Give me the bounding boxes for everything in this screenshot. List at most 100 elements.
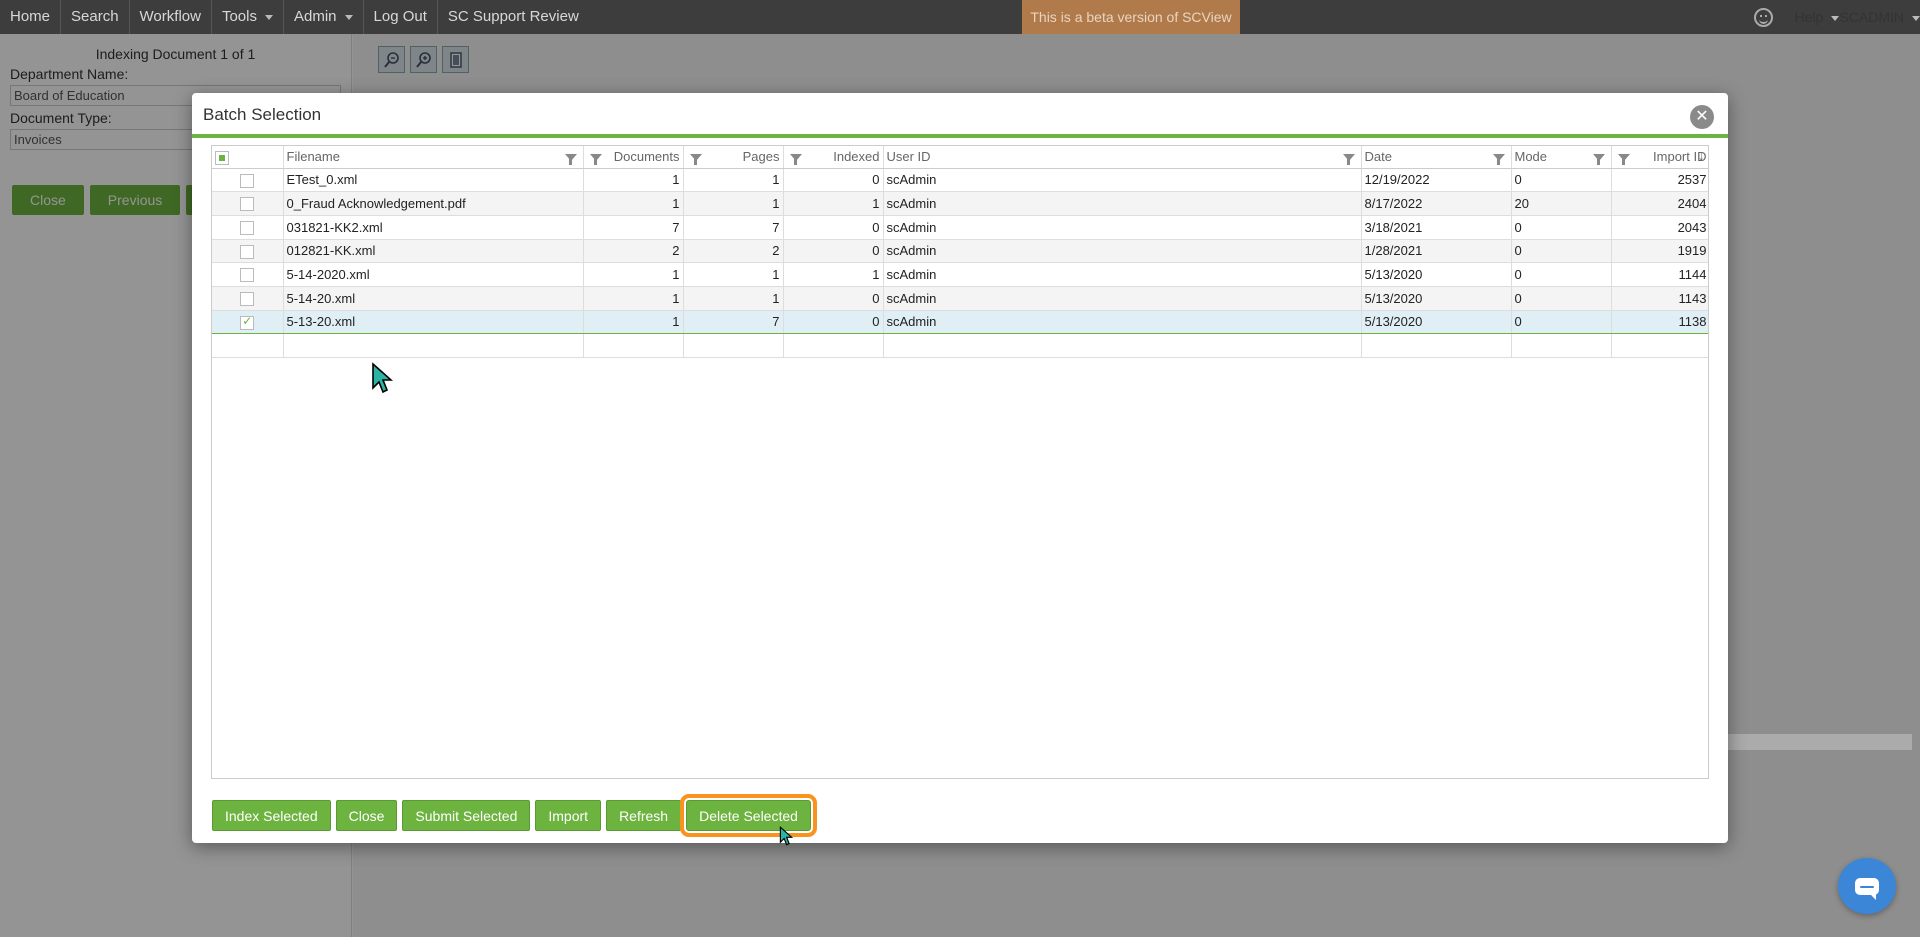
filter-icon[interactable] <box>1592 154 1605 165</box>
sort-desc-icon: ↓ <box>1698 148 1705 163</box>
select-all-header <box>212 146 284 169</box>
row-checkbox[interactable] <box>240 244 255 259</box>
cell-pages: 1 <box>683 286 784 311</box>
filter-icon[interactable] <box>689 154 702 165</box>
filter-icon[interactable] <box>1492 154 1505 165</box>
col-pages-label: Pages <box>742 149 780 165</box>
nav-admin[interactable]: Admin <box>284 0 364 34</box>
cell-import-id: 2404 <box>1611 191 1708 216</box>
cell-documents: 1 <box>583 168 684 193</box>
row-checkbox[interactable] <box>240 292 255 307</box>
index-selected-button[interactable]: Index Selected <box>212 800 331 831</box>
mouse-cursor-icon <box>779 826 793 846</box>
row-checkbox-cell[interactable] <box>212 239 284 264</box>
row-checkbox[interactable] <box>240 197 255 212</box>
nav-search[interactable]: Search <box>61 0 130 34</box>
chevron-down-icon <box>1912 15 1920 21</box>
feedback-smiley-icon[interactable] <box>1753 7 1773 27</box>
cell-documents: 1 <box>583 310 684 335</box>
col-filename-label: Filename <box>286 149 340 165</box>
table-row[interactable]: 031821-KK2.xml 7 7 0 scAdmin 3/18/2021 0… <box>212 215 1708 240</box>
submit-selected-button[interactable]: Submit Selected <box>402 800 531 831</box>
chevron-down-icon <box>1831 15 1840 21</box>
refresh-button[interactable]: Refresh <box>606 800 682 831</box>
cell-pages: 1 <box>683 262 784 287</box>
dialog-footer: Index Selected Close Submit Selected Imp… <box>212 794 817 837</box>
filter-icon[interactable] <box>789 154 802 165</box>
table-row-selected[interactable]: 5-13-20.xml 1 7 0 scAdmin 5/13/2020 0 11… <box>212 310 1708 335</box>
col-date[interactable]: Date <box>1361 146 1512 169</box>
col-filename[interactable]: Filename <box>283 146 584 169</box>
import-button[interactable]: Import <box>535 800 602 831</box>
cell-mode: 0 <box>1511 168 1612 193</box>
nav-sc-support-review[interactable]: SC Support Review <box>438 0 589 34</box>
nav-logout[interactable]: Log Out <box>364 0 438 34</box>
close-button[interactable]: Close <box>335 800 398 831</box>
nav-home[interactable]: Home <box>0 0 62 34</box>
row-checkbox-cell[interactable] <box>212 168 284 193</box>
cell-documents: 1 <box>583 286 684 311</box>
batch-selection-dialog: Batch Selection ✕ Filename Documents Pag… <box>192 93 1728 843</box>
empty-grid-area <box>212 333 1708 358</box>
cell-import-id: 1919 <box>1611 239 1708 264</box>
filter-icon[interactable] <box>589 154 602 165</box>
close-icon[interactable]: ✕ <box>1690 105 1714 129</box>
filter-icon[interactable] <box>1342 154 1355 165</box>
cell-pages: 1 <box>683 168 784 193</box>
filter-icon[interactable] <box>564 154 577 165</box>
cell-user-id: scAdmin <box>883 168 1362 193</box>
top-nav-right: Help SCADMIN <box>1753 0 1920 34</box>
col-user-id[interactable]: User ID <box>883 146 1362 169</box>
cell-date: 3/18/2021 <box>1361 215 1512 240</box>
cell-mode: 0 <box>1511 262 1612 287</box>
col-documents[interactable]: Documents <box>583 146 684 169</box>
table-row[interactable]: ETest_0.xml 1 1 0 scAdmin 12/19/2022 0 2… <box>212 168 1708 193</box>
row-checkbox-cell[interactable] <box>212 215 284 240</box>
filter-icon[interactable] <box>1617 154 1630 165</box>
row-checkbox[interactable] <box>240 173 255 188</box>
row-checkbox[interactable] <box>240 268 255 283</box>
table-row[interactable]: 012821-KK.xml 2 2 0 scAdmin 1/28/2021 0 … <box>212 239 1708 264</box>
table-row[interactable]: 5-14-20.xml 1 1 0 scAdmin 5/13/2020 0 11… <box>212 286 1708 311</box>
empty-cell <box>883 333 1362 358</box>
dialog-header: Batch Selection ✕ <box>192 93 1728 138</box>
cell-date: 12/19/2022 <box>1361 168 1512 193</box>
col-mode[interactable]: Mode <box>1511 146 1612 169</box>
col-indexed[interactable]: Indexed <box>783 146 884 169</box>
select-all-checkbox[interactable] <box>215 150 229 165</box>
row-checkbox-cell[interactable] <box>212 262 284 287</box>
cell-import-id: 1143 <box>1611 286 1708 311</box>
chevron-down-icon <box>344 14 353 20</box>
cell-indexed: 0 <box>783 286 884 311</box>
nav-help[interactable]: Help <box>1795 9 1840 25</box>
mouse-cursor-icon <box>372 362 393 394</box>
cell-filename: 012821-KK.xml <box>283 239 584 264</box>
table-row[interactable]: 5-14-2020.xml 1 1 1 scAdmin 5/13/2020 0 … <box>212 262 1708 287</box>
cell-user-id: scAdmin <box>883 239 1362 264</box>
nav-workflow[interactable]: Workflow <box>130 0 212 34</box>
cell-filename: 5-14-2020.xml <box>283 262 584 287</box>
cell-filename: 031821-KK2.xml <box>283 215 584 240</box>
row-checkbox[interactable] <box>240 314 255 330</box>
nav-tools[interactable]: Tools <box>212 0 284 34</box>
cell-documents: 7 <box>583 215 684 240</box>
table-row[interactable]: 0_Fraud Acknowledgement.pdf 1 1 1 scAdmi… <box>212 191 1708 216</box>
col-documents-label: Documents <box>613 149 680 165</box>
chat-widget-button[interactable] <box>1838 858 1896 914</box>
empty-cell <box>1511 333 1612 358</box>
row-checkbox-cell[interactable] <box>212 310 284 335</box>
empty-cell <box>283 333 584 358</box>
cell-mode: 20 <box>1511 191 1612 216</box>
cell-filename: 5-13-20.xml <box>283 310 584 335</box>
row-checkbox[interactable] <box>240 221 255 235</box>
col-pages[interactable]: Pages <box>683 146 784 169</box>
col-import-id[interactable]: ↓ Import ID <box>1611 146 1708 169</box>
empty-cell <box>683 333 784 358</box>
row-checkbox-cell[interactable] <box>212 286 284 311</box>
nav-user-label: SCADMIN <box>1839 9 1904 25</box>
cell-pages: 7 <box>683 215 784 240</box>
nav-user-menu[interactable]: SCADMIN <box>1839 9 1920 25</box>
cell-pages: 2 <box>683 239 784 264</box>
row-checkbox-cell[interactable] <box>212 191 284 216</box>
table-header-row: Filename Documents Pages Indexed User ID… <box>212 146 1708 169</box>
